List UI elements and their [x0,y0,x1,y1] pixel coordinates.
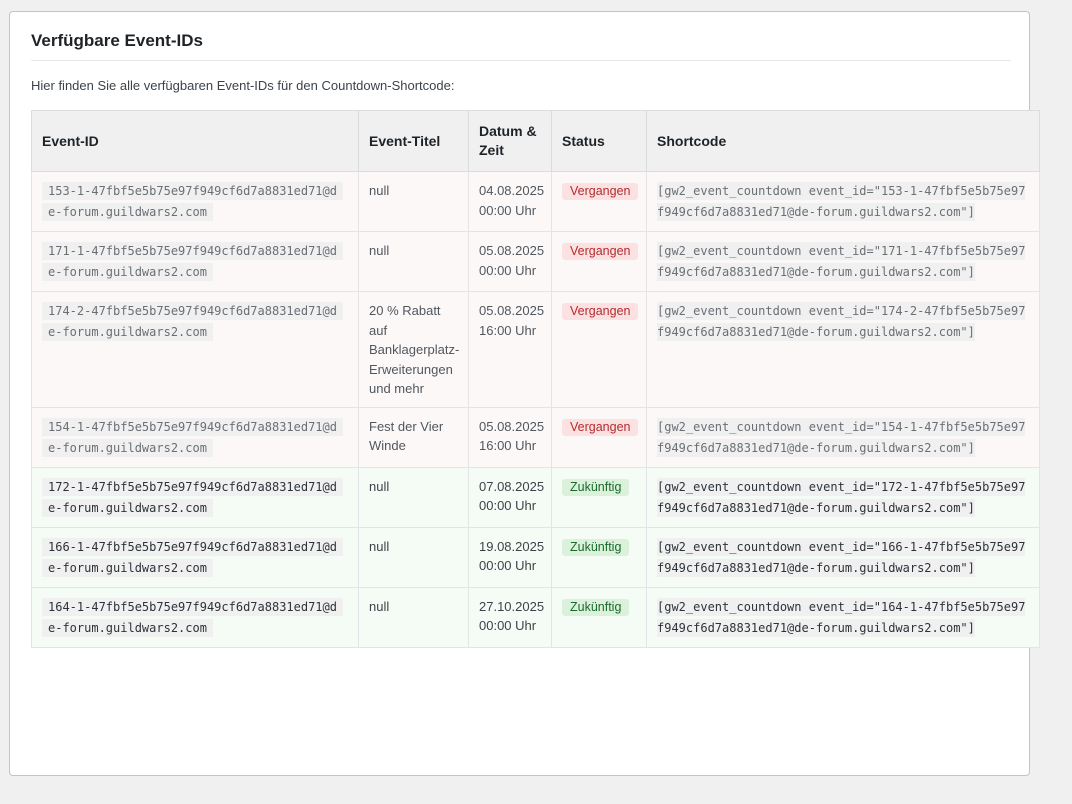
status-badge: Vergangen [562,418,639,436]
cell-date-time: 05.08.2025 16:00 Uhr [468,406,552,468]
cell-status: Vergangen [551,406,647,468]
status-badge: Vergangen [562,303,639,320]
event-table-wrapper: Event-ID Event-Titel Datum & Zeit Status… [31,110,1040,648]
header-status: Status [551,110,647,172]
cell-event-id: 174-2-47fbf5e5b75e97f949cf6d7a8831ed71@d… [31,291,359,408]
cell-event-title: Fest der Vier Winde [358,406,469,468]
table-row: 172-1-47fbf5e5b75e97f949cf6d7a8831ed71@d… [31,466,1040,528]
cell-status: Vergangen [551,231,647,292]
header-shortcode: Shortcode [646,110,1040,172]
panel-intro: Hier finden Sie alle verfügbaren Event-I… [31,78,455,93]
table-header-row: Event-ID Event-Titel Datum & Zeit Status… [31,110,1040,172]
panel-title: Verfügbare Event-IDs [31,31,203,50]
cell-event-id: 154-1-47fbf5e5b75e97f949cf6d7a8831ed71@d… [31,406,359,468]
cell-status: Zukünftig [551,586,647,648]
cell-shortcode: [gw2_event_countdown event_id="172-1-47f… [646,466,1040,528]
cell-date-time: 19.08.2025 00:00 Uhr [468,526,552,588]
status-badge: Vergangen [562,243,639,260]
cell-date-time: 05.08.2025 00:00 Uhr [468,231,552,292]
table-row: 164-1-47fbf5e5b75e97f949cf6d7a8831ed71@d… [31,586,1040,648]
shortcode-code[interactable]: [gw2_event_countdown event_id="171-1-47f… [657,242,1026,281]
event-id-code[interactable]: 174-2-47fbf5e5b75e97f949cf6d7a8831ed71@d… [42,302,343,341]
header-event-title: Event-Titel [358,110,469,172]
cell-shortcode: [gw2_event_countdown event_id="153-1-47f… [646,171,1040,232]
shortcode-code[interactable]: [gw2_event_countdown event_id="153-1-47f… [657,182,1026,221]
status-badge: Vergangen [562,183,639,200]
cell-event-id: 153-1-47fbf5e5b75e97f949cf6d7a8831ed71@d… [31,171,359,232]
cell-status: Zukünftig [551,526,647,588]
cell-event-title: null [358,466,469,528]
status-badge: Zukünftig [562,478,630,496]
cell-date-time: 05.08.2025 16:00 Uhr [468,291,552,408]
event-id-code[interactable]: 171-1-47fbf5e5b75e97f949cf6d7a8831ed71@d… [42,242,343,281]
event-id-code[interactable]: 164-1-47fbf5e5b75e97f949cf6d7a8831ed71@d… [42,597,343,637]
cell-date-time: 07.08.2025 00:00 Uhr [468,466,552,528]
cell-event-title: null [358,526,469,588]
cell-shortcode: [gw2_event_countdown event_id="154-1-47f… [646,406,1040,468]
event-table: Event-ID Event-Titel Datum & Zeit Status… [31,110,1040,648]
table-row: 153-1-47fbf5e5b75e97f949cf6d7a8831ed71@d… [31,171,1040,232]
cell-event-title: null [358,171,469,232]
header-date-time: Datum & Zeit [468,110,552,172]
status-badge: Zukünftig [562,538,630,556]
cell-event-id: 164-1-47fbf5e5b75e97f949cf6d7a8831ed71@d… [31,586,359,648]
event-id-code[interactable]: 153-1-47fbf5e5b75e97f949cf6d7a8831ed71@d… [42,182,343,221]
cell-event-id: 166-1-47fbf5e5b75e97f949cf6d7a8831ed71@d… [31,526,359,588]
shortcode-code[interactable]: [gw2_event_countdown event_id="166-1-47f… [657,537,1026,577]
shortcode-code[interactable]: [gw2_event_countdown event_id="174-2-47f… [657,302,1026,341]
cell-event-title: 20 % Rabatt auf Banklagerplatz-Erweiteru… [358,291,469,408]
cell-event-id: 172-1-47fbf5e5b75e97f949cf6d7a8831ed71@d… [31,466,359,528]
cell-status: Vergangen [551,291,647,408]
event-id-code[interactable]: 172-1-47fbf5e5b75e97f949cf6d7a8831ed71@d… [42,477,343,517]
cell-status: Zukünftig [551,466,647,528]
title-divider [31,60,1011,61]
cell-status: Vergangen [551,171,647,232]
cell-event-title: null [358,231,469,292]
table-row: 154-1-47fbf5e5b75e97f949cf6d7a8831ed71@d… [31,406,1040,468]
cell-event-id: 171-1-47fbf5e5b75e97f949cf6d7a8831ed71@d… [31,231,359,292]
table-row: 166-1-47fbf5e5b75e97f949cf6d7a8831ed71@d… [31,526,1040,588]
cell-date-time: 04.08.2025 00:00 Uhr [468,171,552,232]
shortcode-code[interactable]: [gw2_event_countdown event_id="164-1-47f… [657,597,1026,637]
cell-shortcode: [gw2_event_countdown event_id="164-1-47f… [646,586,1040,648]
event-id-code[interactable]: 166-1-47fbf5e5b75e97f949cf6d7a8831ed71@d… [42,537,343,577]
header-event-id: Event-ID [31,110,359,172]
shortcode-code[interactable]: [gw2_event_countdown event_id="172-1-47f… [657,477,1026,517]
event-ids-panel: Verfügbare Event-IDs Hier finden Sie all… [9,11,1040,776]
cell-date-time: 27.10.2025 00:00 Uhr [468,586,552,648]
cell-shortcode: [gw2_event_countdown event_id="174-2-47f… [646,291,1040,408]
status-badge: Zukünftig [562,598,630,616]
cell-event-title: null [358,586,469,648]
table-row: 171-1-47fbf5e5b75e97f949cf6d7a8831ed71@d… [31,231,1040,292]
shortcode-code[interactable]: [gw2_event_countdown event_id="154-1-47f… [657,417,1026,457]
cell-shortcode: [gw2_event_countdown event_id="166-1-47f… [646,526,1040,588]
event-id-code[interactable]: 154-1-47fbf5e5b75e97f949cf6d7a8831ed71@d… [42,417,343,457]
cell-shortcode: [gw2_event_countdown event_id="171-1-47f… [646,231,1040,292]
table-row: 174-2-47fbf5e5b75e97f949cf6d7a8831ed71@d… [31,291,1040,408]
